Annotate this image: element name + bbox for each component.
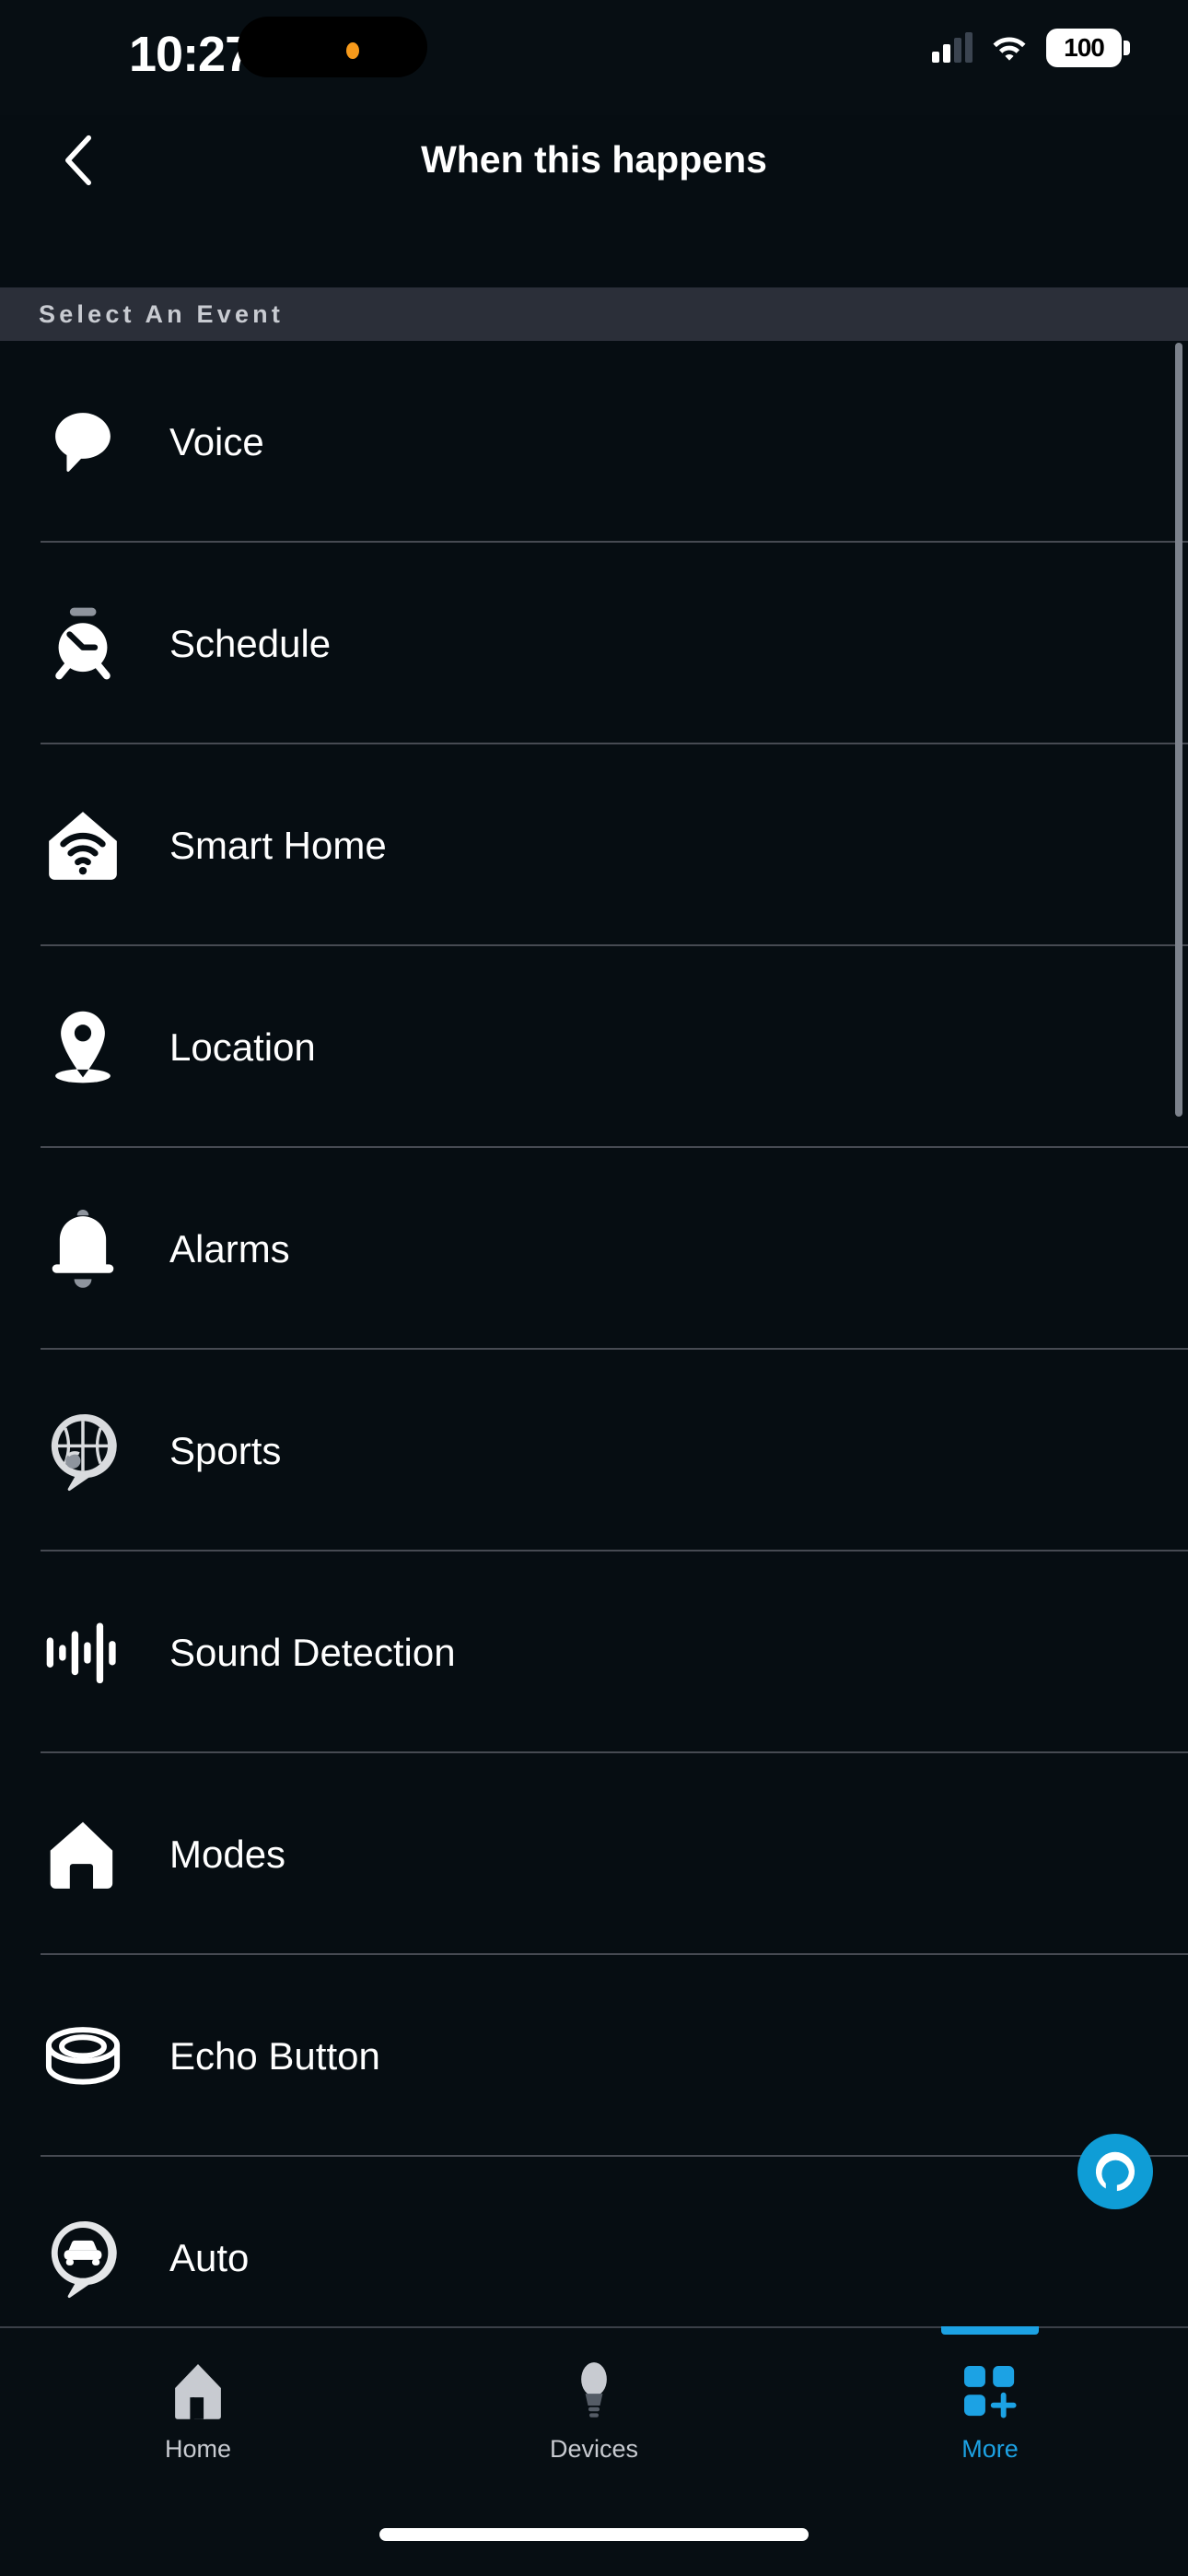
status-bar-time: 10:27 <box>129 27 252 82</box>
section-header-label: Select An Event <box>39 299 285 328</box>
nav-item-more[interactable]: More <box>792 2326 1188 2476</box>
list-item-sound-detection[interactable]: Sound Detection <box>0 1551 1188 1753</box>
house-icon <box>41 1809 125 1901</box>
list-item-smart-home[interactable]: Smart Home <box>0 744 1188 946</box>
nav-item-devices[interactable]: Devices <box>396 2328 792 2476</box>
basketball-bubble-icon <box>41 1405 125 1497</box>
app-header: When this happens <box>0 115 1188 205</box>
status-bar: 10:27 100 <box>0 0 1188 115</box>
status-bar-indicators: 100 <box>932 26 1130 70</box>
list-item-echo-button[interactable]: Echo Button <box>0 1955 1188 2157</box>
home-icon <box>169 2354 227 2422</box>
wifi-icon <box>993 37 1026 61</box>
list-item-label: Echo Button <box>169 2033 380 2078</box>
cellular-signal-icon <box>932 32 973 63</box>
page-title: When this happens <box>421 138 767 181</box>
alarm-clock-icon <box>41 598 125 690</box>
nav-item-label: More <box>961 2434 1019 2463</box>
battery-indicator: 100 <box>1046 29 1130 67</box>
dynamic-island <box>238 17 427 77</box>
bell-icon <box>41 1203 125 1295</box>
list-item-label: Smart Home <box>169 823 387 867</box>
list-item-label: Voice <box>169 419 264 463</box>
list-item-alarms[interactable]: Alarms <box>0 1148 1188 1350</box>
nav-item-label: Devices <box>549 2434 639 2463</box>
recording-indicator-dot <box>346 42 359 59</box>
nav-item-label: Home <box>164 2434 232 2463</box>
list-item-label: Alarms <box>169 1226 290 1270</box>
alexa-fab-button[interactable] <box>1077 2134 1153 2209</box>
sound-wave-icon <box>41 1607 125 1699</box>
echo-button-icon <box>41 2010 125 2102</box>
list-item-label: Modes <box>169 1832 286 1876</box>
map-pin-icon <box>41 1001 125 1094</box>
list-item-label: Sound Detection <box>169 1630 456 1674</box>
event-list[interactable]: Voice Schedule Smart Home Location Alarm… <box>0 341 1188 2326</box>
bulb-icon <box>574 2354 614 2422</box>
home-indicator-bar <box>379 2528 809 2541</box>
alexa-icon <box>1095 2151 1136 2192</box>
list-item-label: Sports <box>169 1428 282 1472</box>
list-item-auto[interactable]: Auto <box>0 2157 1188 2326</box>
active-tab-indicator <box>941 2326 1039 2335</box>
speech-bubble-icon <box>41 396 125 488</box>
car-bubble-icon <box>41 2212 125 2304</box>
list-item-label: Auto <box>169 2235 250 2279</box>
list-item-sports[interactable]: Sports <box>0 1350 1188 1551</box>
list-item-schedule[interactable]: Schedule <box>0 543 1188 744</box>
grid-plus-icon <box>961 2354 1019 2422</box>
house-wifi-icon <box>41 800 125 892</box>
bottom-navigation: Home Devices More <box>0 2326 1188 2576</box>
nav-item-home[interactable]: Home <box>0 2328 396 2476</box>
list-item-voice[interactable]: Voice <box>0 341 1188 543</box>
section-header: Select An Event <box>0 287 1188 341</box>
vertical-scrollbar[interactable] <box>1175 343 1182 1117</box>
list-item-location[interactable]: Location <box>0 946 1188 1148</box>
list-item-label: Schedule <box>169 621 332 665</box>
list-item-modes[interactable]: Modes <box>0 1753 1188 1955</box>
list-item-label: Location <box>169 1025 316 1069</box>
